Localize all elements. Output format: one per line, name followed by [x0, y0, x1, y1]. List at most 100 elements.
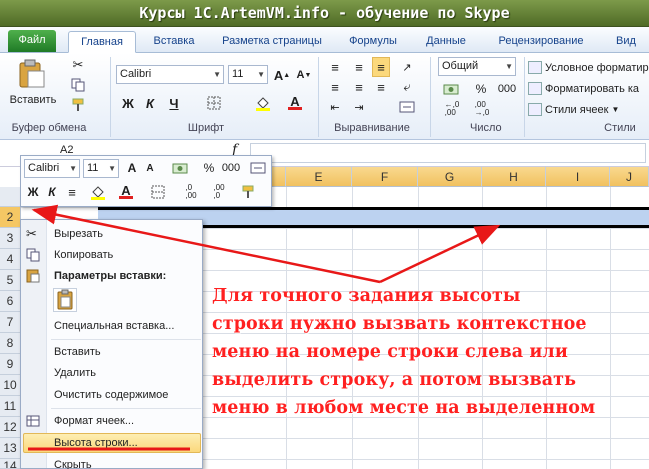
mini-thousands-button[interactable]: 000 [219, 158, 243, 178]
font-name-select[interactable]: Calibri ▼ [116, 65, 224, 84]
fill-color-icon[interactable] [250, 93, 276, 113]
grow-font-icon[interactable]: A ▲ [272, 65, 292, 85]
menu-item-hide[interactable]: Скрыть [54, 456, 92, 469]
row-header-9[interactable]: 9 [0, 354, 21, 375]
orientation-icon[interactable]: ↗ [396, 57, 418, 77]
menu-item-format-cells[interactable]: Формат ячеек... [54, 412, 134, 430]
tab-page-layout[interactable]: Разметка страницы [212, 31, 332, 53]
column-header[interactable] [272, 167, 286, 187]
row-header-10[interactable]: 10 [0, 375, 21, 396]
font-color-icon[interactable]: A [113, 182, 139, 202]
row-header-11[interactable]: 11 [0, 396, 21, 417]
align-left-icon[interactable]: ≡ [326, 77, 344, 97]
column-header-e[interactable]: E [286, 167, 352, 187]
menu-item-row-height[interactable]: Высота строки... [54, 434, 138, 452]
chevron-down-icon: ▼ [505, 62, 513, 71]
tab-insert[interactable]: Вставка [144, 31, 204, 53]
font-color-icon[interactable]: A [282, 93, 308, 113]
format-painter-icon[interactable] [70, 97, 86, 113]
paste-button[interactable]: Вставить [6, 93, 60, 107]
mini-bold-button[interactable]: Ж [24, 182, 42, 202]
tab-review[interactable]: Рецензирование [486, 31, 596, 53]
shrink-font-icon[interactable]: A [141, 158, 159, 178]
tab-formulas[interactable]: Формулы [342, 31, 404, 53]
increase-indent-icon[interactable]: ⇥ [350, 97, 368, 117]
borders-icon[interactable] [145, 182, 171, 202]
menu-item-paste-special[interactable]: Специальная вставка... [54, 317, 174, 335]
underline-button[interactable]: Ч [162, 93, 186, 113]
format-painter-icon[interactable] [237, 182, 259, 202]
cut-icon[interactable]: ✂ [70, 57, 86, 73]
menu-item-copy[interactable]: Копировать [54, 246, 113, 264]
annotation-line: меню в любом месте на выделенном [212, 398, 596, 418]
percent-button[interactable]: % [472, 79, 490, 99]
increase-decimal-icon[interactable]: ,0,00 [179, 182, 203, 202]
menu-item-delete[interactable]: Удалить [54, 364, 96, 382]
cell-styles-icon [528, 103, 542, 116]
decrease-decimal-icon[interactable]: ,00,0 [207, 182, 231, 202]
mini-italic-button[interactable]: К [43, 182, 61, 202]
column-header-i[interactable]: I [546, 167, 610, 187]
align-right-icon[interactable]: ≡ [372, 77, 390, 97]
row-header-14[interactable]: 14 [0, 459, 21, 469]
row-header-6[interactable]: 6 [0, 291, 21, 312]
context-menu: ✂ Вырезать Копировать Параметры вставки:… [20, 219, 203, 469]
center-align-icon[interactable]: ≡ [63, 182, 81, 202]
wrap-text-icon[interactable]: ⤶ [396, 77, 418, 97]
shrink-font-icon[interactable]: A ▼ [294, 65, 314, 85]
fill-color-icon[interactable] [85, 182, 111, 202]
row-header-8[interactable]: 8 [0, 333, 21, 354]
decrease-indent-icon[interactable]: ⇤ [326, 97, 344, 117]
column-header-f[interactable]: F [352, 167, 418, 187]
align-middle-icon[interactable]: ≡ [350, 57, 368, 77]
row-header-13[interactable]: 13 [0, 438, 21, 459]
currency-icon[interactable] [169, 158, 191, 178]
row-header-4[interactable]: 4 [0, 249, 21, 270]
italic-button[interactable]: К [140, 93, 160, 113]
align-top-icon[interactable]: ≡ [326, 57, 344, 77]
formula-input[interactable] [250, 143, 646, 163]
column-header-j[interactable]: J [610, 167, 649, 187]
tab-view[interactable]: Вид [606, 31, 646, 53]
row-header[interactable] [0, 187, 21, 207]
decrease-decimal-icon[interactable]: ,00 →,0 [470, 99, 494, 119]
row-header-5[interactable]: 5 [0, 270, 21, 291]
currency-icon[interactable] [440, 79, 462, 99]
increase-decimal-icon[interactable]: ←,0,00 [440, 99, 464, 119]
align-bottom-icon[interactable]: ≡ [372, 57, 390, 77]
bold-button[interactable]: Ж [118, 93, 138, 113]
copy-icon[interactable] [70, 77, 86, 93]
cut-icon: ✂ [26, 226, 37, 241]
tab-data[interactable]: Данные [416, 31, 476, 53]
mini-font-select[interactable]: Calibri ▼ [24, 159, 80, 178]
align-center-icon[interactable]: ≡ [350, 77, 368, 97]
tab-home[interactable]: Главная [68, 31, 136, 53]
merge-cells-icon[interactable] [247, 158, 269, 178]
menu-item-clear[interactable]: Очистить содержимое [54, 386, 168, 404]
mini-size-select[interactable]: 11 ▼ [83, 159, 119, 178]
row-header-3[interactable]: 3 [0, 228, 21, 249]
column-header-h[interactable]: H [482, 167, 546, 187]
merge-cells-icon[interactable] [396, 97, 418, 117]
menu-item-insert[interactable]: Вставить [54, 343, 101, 361]
row-header-2[interactable]: 2 [0, 207, 21, 228]
row-header-12[interactable]: 12 [0, 417, 21, 438]
cell-styles-button[interactable]: Стили ячеек ▼ [528, 100, 619, 119]
grow-font-icon[interactable]: A [123, 158, 141, 178]
borders-icon[interactable] [200, 93, 228, 113]
font-size-select[interactable]: 11 ▼ [228, 65, 268, 84]
paste-icon[interactable] [14, 59, 48, 89]
conditional-format-button[interactable]: Условное форматир [528, 58, 649, 77]
title-bar: Курсы 1C.ArtemVM.info - обучение по Skyp… [0, 0, 649, 27]
paste-option-button[interactable] [53, 288, 77, 312]
mini-percent-button[interactable]: % [201, 158, 217, 178]
format-as-table-button[interactable]: Форматировать ка [528, 79, 639, 98]
row-header-7[interactable]: 7 [0, 312, 21, 333]
copy-icon [26, 248, 42, 262]
thousands-button[interactable]: 000 [494, 79, 520, 99]
number-format-select[interactable]: Общий ▼ [438, 57, 516, 76]
chevron-down-icon: ▼ [213, 70, 221, 79]
tab-file[interactable]: Файл [8, 30, 56, 52]
column-header-g[interactable]: G [418, 167, 482, 187]
menu-item-cut[interactable]: Вырезать [54, 225, 103, 243]
